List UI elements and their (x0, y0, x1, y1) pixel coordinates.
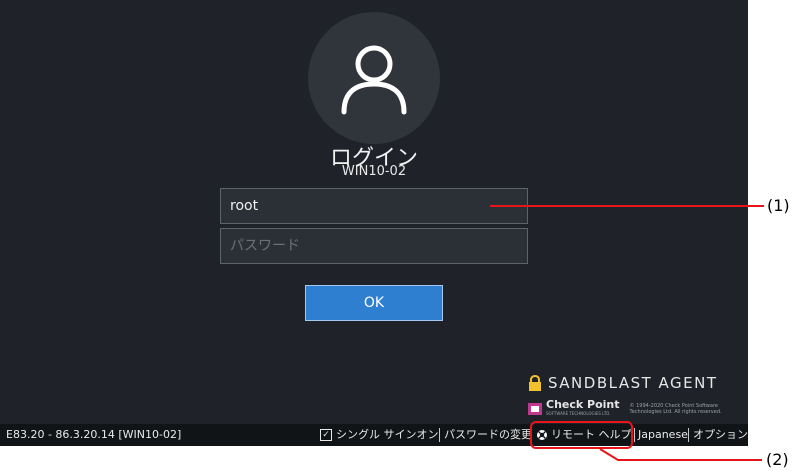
callout-1-label: (1) (767, 196, 790, 215)
password-field[interactable]: パスワード (220, 228, 528, 264)
options-label: オプション (693, 428, 748, 441)
user-icon (341, 45, 407, 115)
callout-2-label: (2) (766, 450, 789, 469)
login-screen: ログイン WIN10-02 root パスワード OK SANDBLAST AG… (0, 0, 748, 446)
single-signon-label: シングル サインオン (336, 428, 439, 441)
change-password-label: パスワードの変更 (444, 428, 532, 441)
divider (439, 428, 440, 442)
checkpoint-flag-icon (528, 403, 542, 415)
remote-help-highlight (530, 421, 633, 449)
checkpoint-logo: Check Point SOFTWARE TECHNOLOGIES LTD. ©… (528, 398, 734, 418)
change-password-link[interactable]: パスワードの変更 (444, 424, 532, 446)
divider (688, 428, 689, 442)
vendor-name: Check Point (546, 398, 620, 411)
status-bar: E83.20 - 86.3.20.14 [WIN10-02] ✓ シングル サイ… (0, 424, 748, 446)
username-field[interactable]: root (220, 188, 528, 224)
divider (634, 428, 635, 442)
sandblast-logo: SANDBLAST AGENT (528, 374, 718, 392)
language-selector[interactable]: Japanese (638, 424, 688, 446)
checkbox-checked-icon[interactable]: ✓ (320, 429, 332, 441)
user-avatar (308, 12, 440, 144)
single-signon-toggle[interactable]: ✓ シングル サインオン (320, 424, 439, 446)
callout-1-line (490, 205, 764, 207)
product-name: SANDBLAST AGENT (548, 374, 718, 392)
options-link[interactable]: オプション (693, 424, 748, 446)
ok-button[interactable]: OK (305, 285, 443, 321)
copyright-text: © 1994-2020 Check Point Software Technol… (629, 403, 722, 415)
vendor-tagline: SOFTWARE TECHNOLOGIES LTD. (546, 411, 611, 416)
lock-icon (529, 375, 541, 391)
version-info: E83.20 - 86.3.20.14 [WIN10-02] (6, 428, 182, 441)
machine-name: WIN10-02 (341, 164, 407, 179)
language-label: Japanese (638, 428, 688, 441)
